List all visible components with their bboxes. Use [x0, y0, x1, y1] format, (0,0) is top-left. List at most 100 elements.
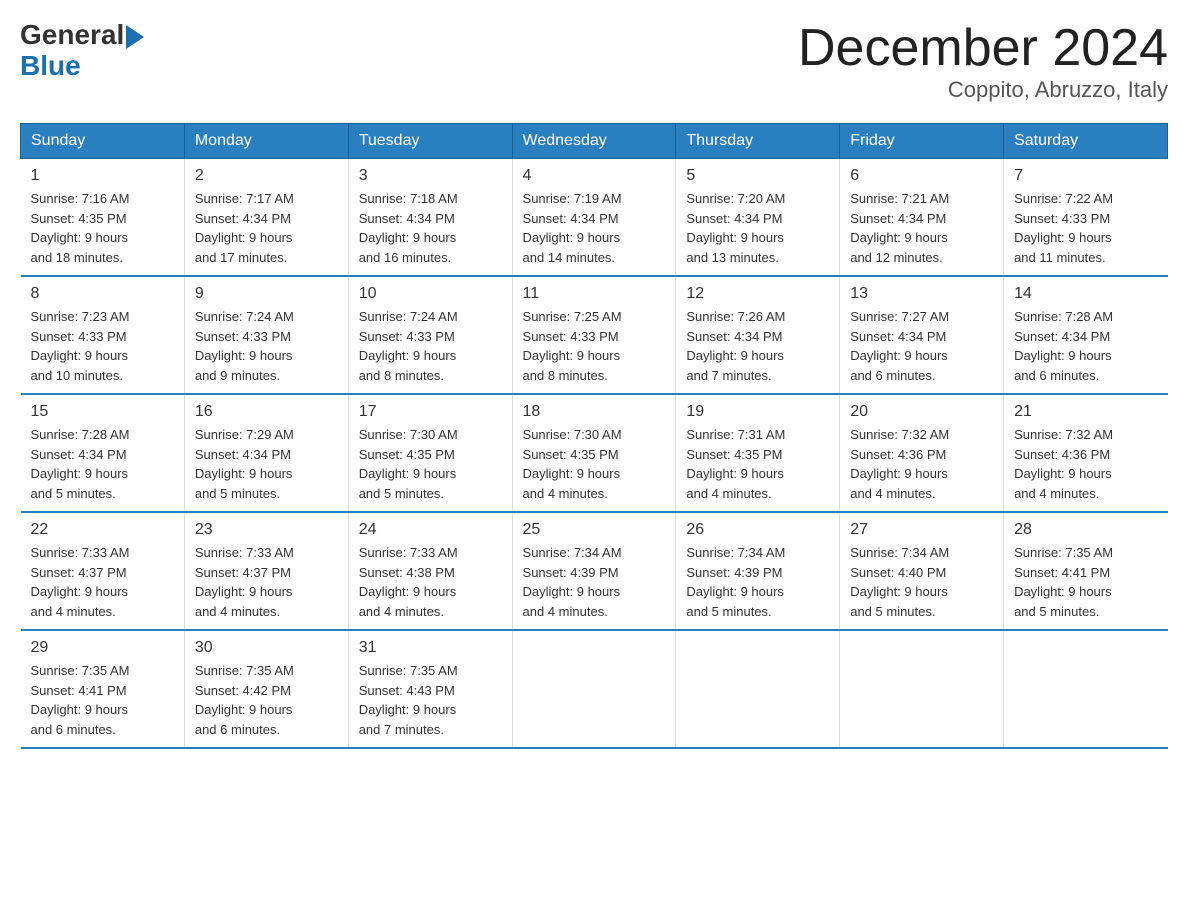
day-info: Sunrise: 7:19 AM Sunset: 4:34 PM Dayligh… [523, 189, 666, 267]
calendar-week-row: 22 Sunrise: 7:33 AM Sunset: 4:37 PM Dayl… [21, 512, 1168, 630]
calendar-cell: 29 Sunrise: 7:35 AM Sunset: 4:41 PM Dayl… [21, 630, 185, 748]
day-info: Sunrise: 7:18 AM Sunset: 4:34 PM Dayligh… [359, 189, 502, 267]
daylight-minutes: and 5 minutes. [359, 486, 444, 501]
daylight-label: Daylight: 9 hours [31, 584, 129, 599]
sunset-label: Sunset: 4:37 PM [31, 565, 127, 580]
daylight-label: Daylight: 9 hours [359, 348, 457, 363]
day-info: Sunrise: 7:30 AM Sunset: 4:35 PM Dayligh… [523, 425, 666, 503]
daylight-minutes: and 4 minutes. [523, 486, 608, 501]
logo-general: General [20, 20, 124, 51]
day-info: Sunrise: 7:30 AM Sunset: 4:35 PM Dayligh… [359, 425, 502, 503]
day-info: Sunrise: 7:25 AM Sunset: 4:33 PM Dayligh… [523, 307, 666, 385]
daylight-label: Daylight: 9 hours [195, 702, 293, 717]
calendar-cell: 3 Sunrise: 7:18 AM Sunset: 4:34 PM Dayli… [348, 159, 512, 277]
day-info: Sunrise: 7:35 AM Sunset: 4:43 PM Dayligh… [359, 661, 502, 739]
calendar-cell: 28 Sunrise: 7:35 AM Sunset: 4:41 PM Dayl… [1004, 512, 1168, 630]
daylight-label: Daylight: 9 hours [359, 702, 457, 717]
daylight-minutes: and 12 minutes. [850, 250, 943, 265]
daylight-label: Daylight: 9 hours [195, 466, 293, 481]
weekday-header-row: SundayMondayTuesdayWednesdayThursdayFrid… [21, 124, 1168, 159]
calendar-cell: 23 Sunrise: 7:33 AM Sunset: 4:37 PM Dayl… [184, 512, 348, 630]
day-number: 31 [359, 639, 502, 657]
sunset-label: Sunset: 4:33 PM [195, 329, 291, 344]
calendar-cell: 8 Sunrise: 7:23 AM Sunset: 4:33 PM Dayli… [21, 276, 185, 394]
sunrise-label: Sunrise: 7:34 AM [523, 545, 622, 560]
calendar-week-row: 29 Sunrise: 7:35 AM Sunset: 4:41 PM Dayl… [21, 630, 1168, 748]
calendar-cell: 14 Sunrise: 7:28 AM Sunset: 4:34 PM Dayl… [1004, 276, 1168, 394]
daylight-minutes: and 5 minutes. [195, 486, 280, 501]
daylight-label: Daylight: 9 hours [359, 584, 457, 599]
sunrise-label: Sunrise: 7:33 AM [359, 545, 458, 560]
sunrise-label: Sunrise: 7:27 AM [850, 309, 949, 324]
sunrise-label: Sunrise: 7:34 AM [686, 545, 785, 560]
calendar-cell: 17 Sunrise: 7:30 AM Sunset: 4:35 PM Dayl… [348, 394, 512, 512]
weekday-header-friday: Friday [840, 124, 1004, 159]
sunset-label: Sunset: 4:43 PM [359, 683, 455, 698]
day-info: Sunrise: 7:23 AM Sunset: 4:33 PM Dayligh… [31, 307, 174, 385]
daylight-label: Daylight: 9 hours [850, 466, 948, 481]
sunrise-label: Sunrise: 7:17 AM [195, 191, 294, 206]
daylight-minutes: and 16 minutes. [359, 250, 452, 265]
day-number: 18 [523, 403, 666, 421]
calendar-cell: 27 Sunrise: 7:34 AM Sunset: 4:40 PM Dayl… [840, 512, 1004, 630]
day-info: Sunrise: 7:22 AM Sunset: 4:33 PM Dayligh… [1014, 189, 1157, 267]
day-number: 4 [523, 167, 666, 185]
weekday-header-monday: Monday [184, 124, 348, 159]
sunset-label: Sunset: 4:34 PM [1014, 329, 1110, 344]
sunset-label: Sunset: 4:33 PM [523, 329, 619, 344]
sunrise-label: Sunrise: 7:28 AM [31, 427, 130, 442]
daylight-label: Daylight: 9 hours [523, 584, 621, 599]
daylight-minutes: and 6 minutes. [195, 722, 280, 737]
sunrise-label: Sunrise: 7:23 AM [31, 309, 130, 324]
day-info: Sunrise: 7:35 AM Sunset: 4:42 PM Dayligh… [195, 661, 338, 739]
day-number: 7 [1014, 167, 1157, 185]
sunset-label: Sunset: 4:42 PM [195, 683, 291, 698]
weekday-header-tuesday: Tuesday [348, 124, 512, 159]
sunset-label: Sunset: 4:41 PM [1014, 565, 1110, 580]
sunrise-label: Sunrise: 7:18 AM [359, 191, 458, 206]
daylight-minutes: and 6 minutes. [850, 368, 935, 383]
day-number: 29 [31, 639, 174, 657]
sunrise-label: Sunrise: 7:30 AM [523, 427, 622, 442]
daylight-label: Daylight: 9 hours [195, 348, 293, 363]
calendar-cell: 10 Sunrise: 7:24 AM Sunset: 4:33 PM Dayl… [348, 276, 512, 394]
day-number: 2 [195, 167, 338, 185]
calendar-week-row: 1 Sunrise: 7:16 AM Sunset: 4:35 PM Dayli… [21, 159, 1168, 277]
sunrise-label: Sunrise: 7:32 AM [850, 427, 949, 442]
day-number: 5 [686, 167, 829, 185]
calendar-cell: 18 Sunrise: 7:30 AM Sunset: 4:35 PM Dayl… [512, 394, 676, 512]
day-info: Sunrise: 7:32 AM Sunset: 4:36 PM Dayligh… [1014, 425, 1157, 503]
calendar-cell: 6 Sunrise: 7:21 AM Sunset: 4:34 PM Dayli… [840, 159, 1004, 277]
logo: General Blue [20, 20, 144, 82]
daylight-label: Daylight: 9 hours [31, 702, 129, 717]
sunrise-label: Sunrise: 7:35 AM [31, 663, 130, 678]
day-info: Sunrise: 7:27 AM Sunset: 4:34 PM Dayligh… [850, 307, 993, 385]
daylight-minutes: and 7 minutes. [686, 368, 771, 383]
daylight-minutes: and 7 minutes. [359, 722, 444, 737]
day-number: 20 [850, 403, 993, 421]
sunrise-label: Sunrise: 7:25 AM [523, 309, 622, 324]
daylight-minutes: and 4 minutes. [31, 604, 116, 619]
daylight-minutes: and 11 minutes. [1014, 250, 1106, 265]
sunset-label: Sunset: 4:33 PM [359, 329, 455, 344]
day-info: Sunrise: 7:34 AM Sunset: 4:40 PM Dayligh… [850, 543, 993, 621]
sunset-label: Sunset: 4:34 PM [850, 329, 946, 344]
title-block: December 2024 Coppito, Abruzzo, Italy [798, 20, 1168, 103]
day-number: 9 [195, 285, 338, 303]
day-info: Sunrise: 7:26 AM Sunset: 4:34 PM Dayligh… [686, 307, 829, 385]
sunrise-label: Sunrise: 7:26 AM [686, 309, 785, 324]
weekday-header-wednesday: Wednesday [512, 124, 676, 159]
day-number: 3 [359, 167, 502, 185]
daylight-label: Daylight: 9 hours [195, 230, 293, 245]
calendar-title: December 2024 [798, 20, 1168, 77]
day-info: Sunrise: 7:28 AM Sunset: 4:34 PM Dayligh… [1014, 307, 1157, 385]
daylight-minutes: and 6 minutes. [1014, 368, 1099, 383]
day-number: 25 [523, 521, 666, 539]
daylight-minutes: and 4 minutes. [523, 604, 608, 619]
calendar-cell: 11 Sunrise: 7:25 AM Sunset: 4:33 PM Dayl… [512, 276, 676, 394]
daylight-minutes: and 18 minutes. [31, 250, 124, 265]
logo-blue: Blue [20, 50, 81, 81]
sunrise-label: Sunrise: 7:24 AM [195, 309, 294, 324]
daylight-label: Daylight: 9 hours [523, 230, 621, 245]
day-info: Sunrise: 7:16 AM Sunset: 4:35 PM Dayligh… [31, 189, 174, 267]
